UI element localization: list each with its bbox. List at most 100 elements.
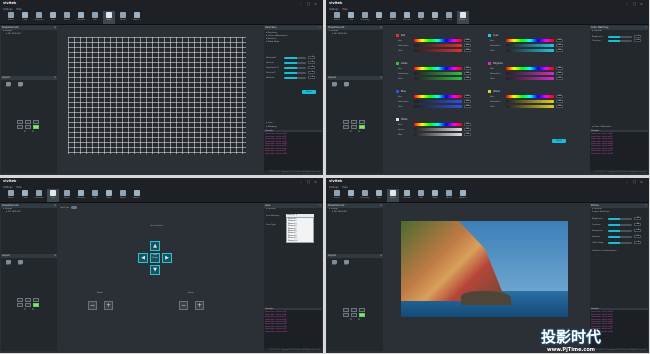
- color-value-field[interactable]: 100: [556, 44, 563, 47]
- panel-close-icon[interactable]: ×: [319, 26, 321, 30]
- color-value-field[interactable]: 100: [464, 49, 471, 52]
- color-value-field[interactable]: 100: [464, 133, 471, 136]
- projector-slot[interactable]: [33, 303, 39, 307]
- color-value-field[interactable]: 100: [464, 39, 471, 42]
- settings-section-extra[interactable]: ▸ Warping: [264, 126, 276, 129]
- color-value-field[interactable]: 100: [556, 72, 563, 75]
- toolbar-picture[interactable]: Picture: [387, 189, 399, 202]
- color-slider[interactable]: [414, 39, 462, 42]
- toolbar-lens[interactable]: Lens: [47, 189, 59, 202]
- toolbar-network[interactable]: Network: [75, 11, 87, 24]
- color-value-field[interactable]: 100: [464, 44, 471, 47]
- projector-slot[interactable]: [343, 313, 349, 317]
- color-slider[interactable]: [414, 72, 462, 75]
- panel-pin-icon[interactable]: ⊞: [380, 254, 382, 258]
- color-slider[interactable]: [506, 49, 554, 52]
- color-value-field[interactable]: 100: [556, 39, 563, 42]
- toolbar-network[interactable]: Network: [401, 189, 413, 202]
- slider-track[interactable]: [284, 71, 306, 74]
- properties-item[interactable]: ▸ DU-7430-HD: [327, 211, 383, 214]
- value-field[interactable]: 8: [634, 229, 641, 232]
- panel-pin-icon[interactable]: ⊞: [54, 76, 56, 80]
- panel-close-icon[interactable]: ×: [319, 204, 321, 208]
- minimize-button[interactable]: –: [300, 180, 302, 184]
- color-value-field[interactable]: 100: [556, 100, 563, 103]
- panel-pin-icon[interactable]: ⊞: [54, 204, 56, 208]
- settings-section-extra[interactable]: ▸ Lens: [264, 122, 273, 125]
- slider-track[interactable]: [608, 229, 632, 232]
- toolbar-geometry[interactable]: Geometry: [359, 189, 371, 202]
- focus-minus-button[interactable]: −: [179, 301, 188, 310]
- reset-button[interactable]: Reset: [302, 90, 316, 94]
- projector-slot[interactable]: [351, 120, 357, 124]
- view-layout-button[interactable]: View: [4, 82, 12, 89]
- color-value-field[interactable]: 100: [464, 67, 471, 70]
- maximize-button[interactable]: □: [307, 180, 310, 184]
- toolbar-color[interactable]: Color: [19, 11, 31, 24]
- toolbar-warp[interactable]: Warp: [103, 11, 115, 24]
- edit-layout-button[interactable]: Edit: [342, 82, 350, 89]
- settings-section-general[interactable]: ▾ General: [264, 208, 322, 211]
- toolbar-info[interactable]: Info: [89, 189, 101, 202]
- panel-pin-icon[interactable]: ⊞: [380, 204, 382, 208]
- projector-slot[interactable]: [17, 303, 23, 307]
- color-value-field[interactable]: 100: [464, 123, 471, 126]
- projector-slot[interactable]: [33, 298, 39, 302]
- toolbar-info[interactable]: Info: [415, 189, 427, 202]
- color-value-field[interactable]: 100: [464, 100, 471, 103]
- projector-slot[interactable]: [359, 308, 365, 312]
- slider-track[interactable]: [608, 39, 632, 42]
- toolbar-blend[interactable]: Blend: [117, 189, 129, 202]
- edit-layout-button[interactable]: Edit: [16, 260, 24, 267]
- color-value-field[interactable]: 100: [556, 95, 563, 98]
- minimize-button[interactable]: –: [300, 2, 302, 6]
- panel-close-icon[interactable]: ×: [645, 26, 647, 30]
- projector-slot[interactable]: [25, 298, 31, 302]
- toolbar-geometry[interactable]: Geometry: [33, 11, 45, 24]
- color-value-field[interactable]: 100: [464, 95, 471, 98]
- view-layout-button[interactable]: View: [330, 82, 338, 89]
- color-slider[interactable]: [414, 133, 462, 136]
- toolbar-geometry[interactable]: Geometry: [359, 11, 371, 24]
- lens-shift-down-button[interactable]: ▼: [150, 265, 160, 275]
- toolbar-picture[interactable]: Picture: [61, 11, 73, 24]
- toolbar-network[interactable]: Network: [75, 189, 87, 202]
- color-value-field[interactable]: 100: [464, 128, 471, 131]
- slider-track[interactable]: [284, 61, 306, 64]
- toolbar-warp[interactable]: Warp: [429, 189, 441, 202]
- color-slider[interactable]: [414, 123, 462, 126]
- toolbar-black-lv[interactable]: Black Lv: [131, 11, 143, 24]
- color-slider[interactable]: [506, 72, 554, 75]
- color-slider[interactable]: [506, 105, 554, 108]
- focus-plus-button[interactable]: +: [195, 301, 204, 310]
- projector-slot[interactable]: [351, 313, 357, 317]
- toggle-switch-icon[interactable]: [71, 206, 78, 209]
- maximize-button[interactable]: □: [307, 2, 310, 6]
- panel-pin-icon[interactable]: ⊞: [380, 76, 382, 80]
- properties-item[interactable]: ▸ DU-7430-HD: [327, 33, 383, 36]
- value-field[interactable]: 0: [308, 71, 315, 74]
- projector-slot[interactable]: [359, 125, 365, 129]
- color-slider[interactable]: [414, 95, 462, 98]
- projector-slot[interactable]: [359, 313, 365, 317]
- toolbar-picture[interactable]: Picture: [387, 11, 399, 24]
- slider-track[interactable]: [284, 66, 306, 69]
- slider-track[interactable]: [284, 56, 306, 59]
- slider-track[interactable]: [608, 235, 632, 238]
- toolbar-blend[interactable]: Blend: [443, 11, 455, 24]
- toolbar-geometry[interactable]: Geometry: [33, 189, 45, 202]
- color-value-field[interactable]: 100: [464, 77, 471, 80]
- value-field[interactable]: 0: [308, 66, 315, 69]
- color-slider[interactable]: [506, 77, 554, 80]
- toolbar-warp[interactable]: Warp: [103, 189, 115, 202]
- projector-slot[interactable]: [351, 308, 357, 312]
- slider-track[interactable]: [608, 35, 632, 38]
- projector-slot[interactable]: [17, 125, 23, 129]
- color-slider[interactable]: [414, 128, 462, 131]
- color-slider[interactable]: [506, 44, 554, 47]
- color-value-field[interactable]: 100: [556, 105, 563, 108]
- maximize-button[interactable]: □: [633, 180, 636, 184]
- slider-track[interactable]: [608, 241, 632, 244]
- properties-item[interactable]: ▸ DU-7430-HD: [1, 211, 57, 214]
- toolbar-pattern[interactable]: Pattern: [331, 189, 343, 202]
